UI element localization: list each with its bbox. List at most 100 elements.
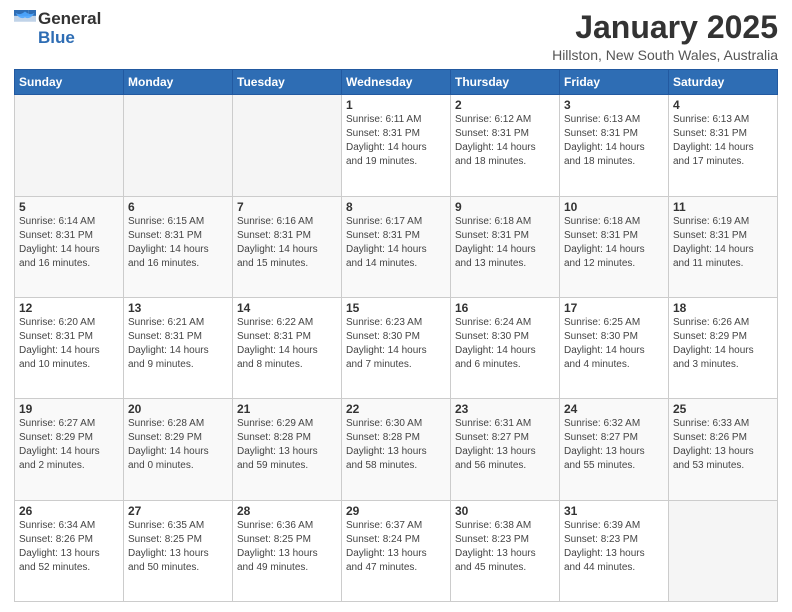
day-number: 31 (564, 504, 664, 518)
day-number: 6 (128, 200, 228, 214)
calendar-cell: 13Sunrise: 6:21 AM Sunset: 8:31 PM Dayli… (124, 297, 233, 398)
day-number: 23 (455, 402, 555, 416)
day-info: Sunrise: 6:34 AM Sunset: 8:26 PM Dayligh… (19, 519, 119, 575)
day-number: 10 (564, 200, 664, 214)
calendar-cell: 14Sunrise: 6:22 AM Sunset: 8:31 PM Dayli… (233, 297, 342, 398)
day-info: Sunrise: 6:35 AM Sunset: 8:25 PM Dayligh… (128, 519, 228, 575)
day-info: Sunrise: 6:32 AM Sunset: 8:27 PM Dayligh… (564, 417, 664, 473)
calendar-cell (233, 95, 342, 196)
calendar-cell: 1Sunrise: 6:11 AM Sunset: 8:31 PM Daylig… (342, 95, 451, 196)
day-number: 2 (455, 98, 555, 112)
calendar-cell: 19Sunrise: 6:27 AM Sunset: 8:29 PM Dayli… (15, 399, 124, 500)
day-info: Sunrise: 6:26 AM Sunset: 8:29 PM Dayligh… (673, 316, 773, 372)
day-info: Sunrise: 6:29 AM Sunset: 8:28 PM Dayligh… (237, 417, 337, 473)
day-number: 11 (673, 200, 773, 214)
calendar-cell: 15Sunrise: 6:23 AM Sunset: 8:30 PM Dayli… (342, 297, 451, 398)
day-info: Sunrise: 6:17 AM Sunset: 8:31 PM Dayligh… (346, 215, 446, 271)
page-header: General Blue January 2025 Hillston, New … (14, 10, 778, 63)
day-number: 28 (237, 504, 337, 518)
location: Hillston, New South Wales, Australia (552, 47, 778, 63)
calendar-cell: 20Sunrise: 6:28 AM Sunset: 8:29 PM Dayli… (124, 399, 233, 500)
calendar-cell: 11Sunrise: 6:19 AM Sunset: 8:31 PM Dayli… (669, 196, 778, 297)
week-row-3: 12Sunrise: 6:20 AM Sunset: 8:31 PM Dayli… (15, 297, 778, 398)
day-info: Sunrise: 6:22 AM Sunset: 8:31 PM Dayligh… (237, 316, 337, 372)
calendar-cell: 7Sunrise: 6:16 AM Sunset: 8:31 PM Daylig… (233, 196, 342, 297)
calendar-cell: 28Sunrise: 6:36 AM Sunset: 8:25 PM Dayli… (233, 500, 342, 601)
logo-general: General (38, 10, 101, 29)
day-number: 21 (237, 402, 337, 416)
day-number: 7 (237, 200, 337, 214)
day-info: Sunrise: 6:13 AM Sunset: 8:31 PM Dayligh… (564, 113, 664, 169)
day-info: Sunrise: 6:12 AM Sunset: 8:31 PM Dayligh… (455, 113, 555, 169)
calendar-cell: 3Sunrise: 6:13 AM Sunset: 8:31 PM Daylig… (560, 95, 669, 196)
logo-blue: Blue (38, 29, 101, 48)
calendar-cell: 24Sunrise: 6:32 AM Sunset: 8:27 PM Dayli… (560, 399, 669, 500)
day-number: 3 (564, 98, 664, 112)
calendar-cell: 30Sunrise: 6:38 AM Sunset: 8:23 PM Dayli… (451, 500, 560, 601)
calendar-cell: 17Sunrise: 6:25 AM Sunset: 8:30 PM Dayli… (560, 297, 669, 398)
day-number: 30 (455, 504, 555, 518)
day-number: 14 (237, 301, 337, 315)
col-sunday: Sunday (15, 70, 124, 95)
day-number: 17 (564, 301, 664, 315)
day-number: 27 (128, 504, 228, 518)
day-number: 9 (455, 200, 555, 214)
calendar-cell (669, 500, 778, 601)
day-number: 29 (346, 504, 446, 518)
day-info: Sunrise: 6:27 AM Sunset: 8:29 PM Dayligh… (19, 417, 119, 473)
day-info: Sunrise: 6:23 AM Sunset: 8:30 PM Dayligh… (346, 316, 446, 372)
day-info: Sunrise: 6:28 AM Sunset: 8:29 PM Dayligh… (128, 417, 228, 473)
day-number: 26 (19, 504, 119, 518)
day-number: 12 (19, 301, 119, 315)
calendar-cell: 5Sunrise: 6:14 AM Sunset: 8:31 PM Daylig… (15, 196, 124, 297)
month-title: January 2025 (552, 10, 778, 45)
logo-text: General Blue (38, 10, 101, 47)
day-info: Sunrise: 6:18 AM Sunset: 8:31 PM Dayligh… (564, 215, 664, 271)
col-friday: Friday (560, 70, 669, 95)
day-info: Sunrise: 6:20 AM Sunset: 8:31 PM Dayligh… (19, 316, 119, 372)
calendar-cell: 9Sunrise: 6:18 AM Sunset: 8:31 PM Daylig… (451, 196, 560, 297)
day-info: Sunrise: 6:18 AM Sunset: 8:31 PM Dayligh… (455, 215, 555, 271)
week-row-2: 5Sunrise: 6:14 AM Sunset: 8:31 PM Daylig… (15, 196, 778, 297)
weekday-header-row: Sunday Monday Tuesday Wednesday Thursday… (15, 70, 778, 95)
day-number: 13 (128, 301, 228, 315)
day-number: 24 (564, 402, 664, 416)
day-info: Sunrise: 6:13 AM Sunset: 8:31 PM Dayligh… (673, 113, 773, 169)
calendar-cell: 10Sunrise: 6:18 AM Sunset: 8:31 PM Dayli… (560, 196, 669, 297)
day-number: 15 (346, 301, 446, 315)
calendar-cell: 25Sunrise: 6:33 AM Sunset: 8:26 PM Dayli… (669, 399, 778, 500)
calendar-cell: 8Sunrise: 6:17 AM Sunset: 8:31 PM Daylig… (342, 196, 451, 297)
calendar-cell: 2Sunrise: 6:12 AM Sunset: 8:31 PM Daylig… (451, 95, 560, 196)
day-info: Sunrise: 6:24 AM Sunset: 8:30 PM Dayligh… (455, 316, 555, 372)
calendar-cell: 16Sunrise: 6:24 AM Sunset: 8:30 PM Dayli… (451, 297, 560, 398)
day-info: Sunrise: 6:19 AM Sunset: 8:31 PM Dayligh… (673, 215, 773, 271)
calendar-cell (15, 95, 124, 196)
day-info: Sunrise: 6:14 AM Sunset: 8:31 PM Dayligh… (19, 215, 119, 271)
day-number: 8 (346, 200, 446, 214)
week-row-1: 1Sunrise: 6:11 AM Sunset: 8:31 PM Daylig… (15, 95, 778, 196)
day-info: Sunrise: 6:31 AM Sunset: 8:27 PM Dayligh… (455, 417, 555, 473)
day-info: Sunrise: 6:16 AM Sunset: 8:31 PM Dayligh… (237, 215, 337, 271)
day-info: Sunrise: 6:11 AM Sunset: 8:31 PM Dayligh… (346, 113, 446, 169)
col-thursday: Thursday (451, 70, 560, 95)
calendar-cell: 26Sunrise: 6:34 AM Sunset: 8:26 PM Dayli… (15, 500, 124, 601)
calendar-cell: 21Sunrise: 6:29 AM Sunset: 8:28 PM Dayli… (233, 399, 342, 500)
calendar-cell (124, 95, 233, 196)
day-number: 25 (673, 402, 773, 416)
day-info: Sunrise: 6:15 AM Sunset: 8:31 PM Dayligh… (128, 215, 228, 271)
week-row-5: 26Sunrise: 6:34 AM Sunset: 8:26 PM Dayli… (15, 500, 778, 601)
calendar-cell: 27Sunrise: 6:35 AM Sunset: 8:25 PM Dayli… (124, 500, 233, 601)
day-info: Sunrise: 6:39 AM Sunset: 8:23 PM Dayligh… (564, 519, 664, 575)
day-number: 16 (455, 301, 555, 315)
calendar-cell: 31Sunrise: 6:39 AM Sunset: 8:23 PM Dayli… (560, 500, 669, 601)
title-area: January 2025 Hillston, New South Wales, … (552, 10, 778, 63)
calendar-cell: 29Sunrise: 6:37 AM Sunset: 8:24 PM Dayli… (342, 500, 451, 601)
col-saturday: Saturday (669, 70, 778, 95)
day-number: 20 (128, 402, 228, 416)
col-wednesday: Wednesday (342, 70, 451, 95)
day-number: 1 (346, 98, 446, 112)
calendar-cell: 18Sunrise: 6:26 AM Sunset: 8:29 PM Dayli… (669, 297, 778, 398)
week-row-4: 19Sunrise: 6:27 AM Sunset: 8:29 PM Dayli… (15, 399, 778, 500)
day-info: Sunrise: 6:33 AM Sunset: 8:26 PM Dayligh… (673, 417, 773, 473)
day-number: 19 (19, 402, 119, 416)
